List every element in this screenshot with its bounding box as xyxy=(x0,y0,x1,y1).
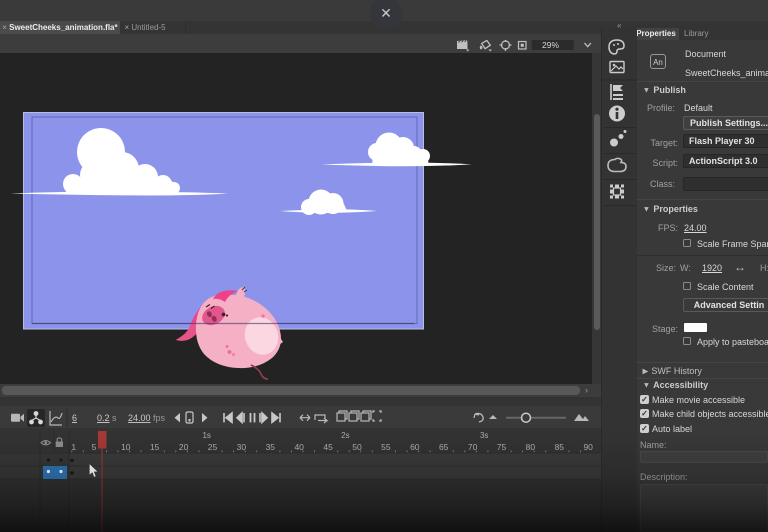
svg-text:6: 6 xyxy=(72,413,77,423)
svg-text:15: 15 xyxy=(150,442,160,452)
svg-text:55: 55 xyxy=(381,442,391,452)
svg-text:45: 45 xyxy=(323,442,333,452)
svg-text:0.2 s: 0.2 s xyxy=(97,413,117,423)
svg-text:1s: 1s xyxy=(202,431,210,440)
svg-text:75: 75 xyxy=(497,442,507,452)
svg-text:24.00 fps: 24.00 fps xyxy=(128,413,166,423)
svg-text:3s: 3s xyxy=(480,431,488,440)
svg-text:90: 90 xyxy=(583,442,593,452)
svg-text:5: 5 xyxy=(92,442,97,452)
svg-text:65: 65 xyxy=(439,442,449,452)
svg-text:85: 85 xyxy=(555,442,565,452)
svg-text:25: 25 xyxy=(208,442,218,452)
svg-text:35: 35 xyxy=(266,442,276,452)
svg-text:29%: 29% xyxy=(542,40,559,50)
svg-text:2s: 2s xyxy=(341,431,349,440)
